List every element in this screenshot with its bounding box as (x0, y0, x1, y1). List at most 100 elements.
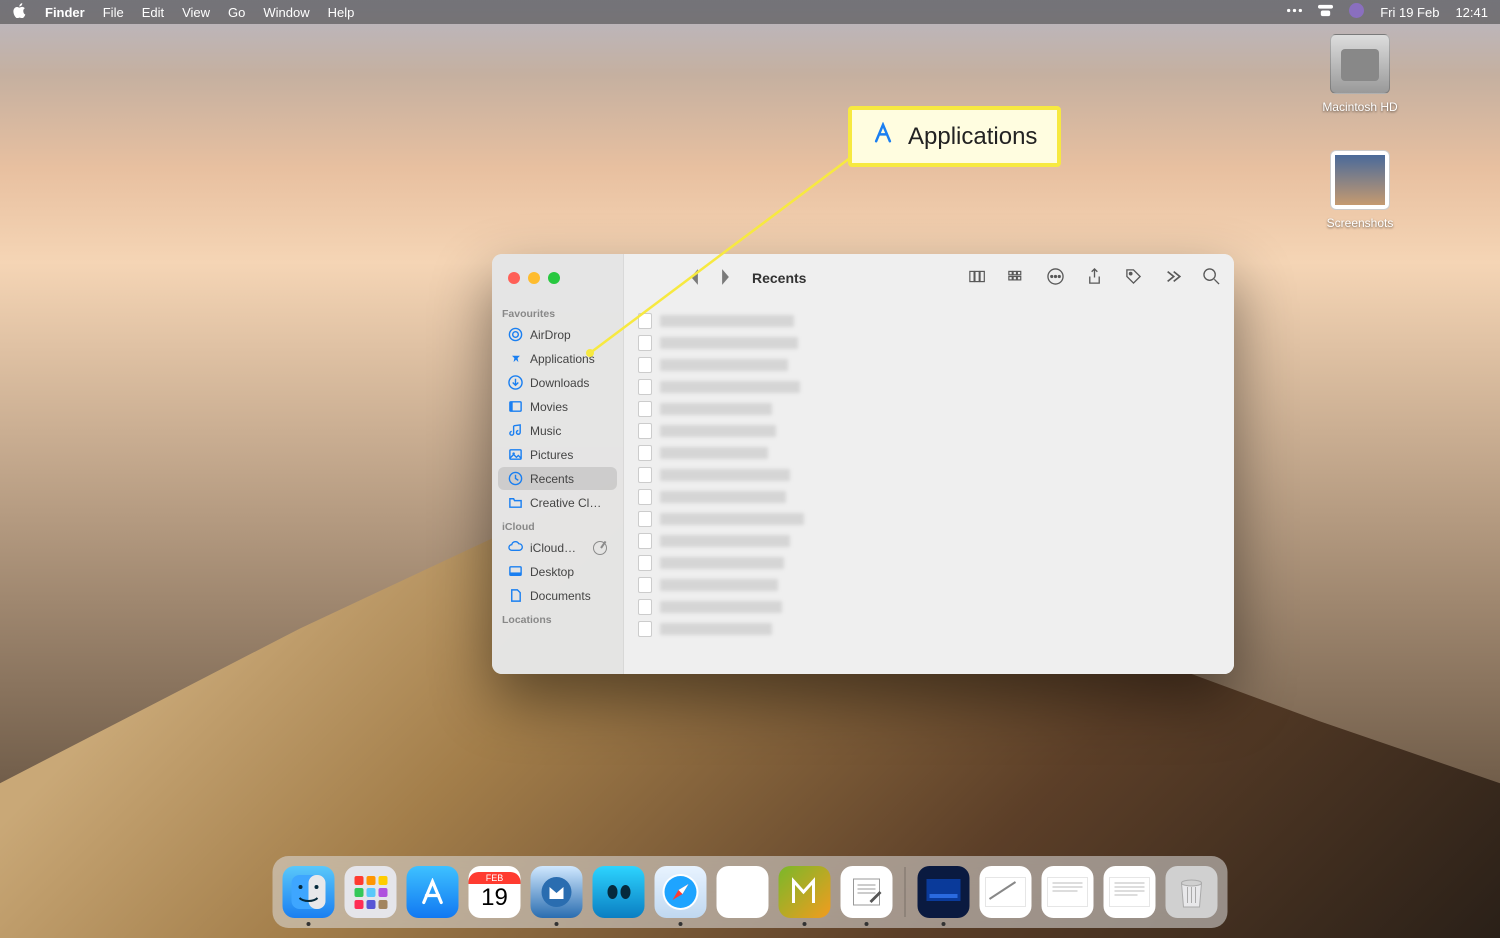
apple-menu-icon[interactable] (12, 3, 27, 21)
menu-edit[interactable]: Edit (142, 5, 164, 20)
dock-app-store[interactable] (407, 866, 459, 918)
file-row[interactable] (638, 376, 1234, 398)
document-icon (638, 357, 652, 373)
sidebar-item-pictures[interactable]: Pictures (498, 443, 617, 466)
desktop-icon-label: Macintosh HD (1310, 100, 1410, 114)
dock-finder[interactable] (283, 866, 335, 918)
view-group-button[interactable] (1008, 268, 1025, 288)
file-row[interactable] (638, 442, 1234, 464)
folder-thumbnail-icon (1330, 150, 1390, 210)
sidebar-item-airdrop[interactable]: AirDrop (498, 323, 617, 346)
sidebar-section-locations: Locations (492, 608, 623, 628)
document-icon (638, 555, 652, 571)
file-name-redacted (660, 623, 772, 635)
desktop-icon-macintosh-hd[interactable]: Macintosh HD (1310, 34, 1410, 114)
document-icon (638, 335, 652, 351)
document-icon (638, 533, 652, 549)
dock-ia-writer[interactable]: iA (717, 866, 769, 918)
dock-launchpad[interactable] (345, 866, 397, 918)
document-icon (638, 621, 652, 637)
file-name-redacted (660, 535, 790, 547)
dock-document-minimized-1[interactable] (1042, 866, 1094, 918)
status-dock-icon[interactable] (1318, 3, 1333, 21)
movies-icon (508, 399, 523, 414)
sidebar-item-documents[interactable]: Documents (498, 584, 617, 607)
menu-view[interactable]: View (182, 5, 210, 20)
sidebar-item-music[interactable]: Music (498, 419, 617, 442)
dock-calendar[interactable]: FEB19 (469, 866, 521, 918)
file-name-redacted (660, 469, 790, 481)
dock-textedit[interactable] (841, 866, 893, 918)
file-row[interactable] (638, 420, 1234, 442)
search-button[interactable] (1203, 268, 1220, 288)
toolbar-overflow-button[interactable] (1164, 268, 1181, 288)
tags-button[interactable] (1125, 268, 1142, 288)
airdrop-icon (508, 327, 523, 342)
file-row[interactable] (638, 398, 1234, 420)
menubar-date[interactable]: Fri 19 Feb (1380, 5, 1439, 20)
finder-toolbar: Recents (492, 254, 1234, 302)
sidebar-section-favourites: Favourites (492, 302, 623, 322)
action-menu-button[interactable] (1047, 268, 1064, 288)
file-row[interactable] (638, 354, 1234, 376)
documents-icon (508, 588, 523, 603)
sidebar-item-movies[interactable]: Movies (498, 395, 617, 418)
cloud-icon (508, 540, 523, 555)
sidebar-item-icloud-drive[interactable]: iCloud… (498, 536, 617, 559)
file-row[interactable] (638, 596, 1234, 618)
sidebar-item-applications[interactable]: Applications (498, 347, 617, 370)
dock-retroarch[interactable] (593, 866, 645, 918)
document-icon (638, 489, 652, 505)
sidebar-section-icloud: iCloud (492, 515, 623, 535)
file-row[interactable] (638, 508, 1234, 530)
sidebar-item-label: Creative Cl… (530, 496, 601, 510)
dock-parallels[interactable] (918, 866, 970, 918)
status-more-icon[interactable] (1287, 3, 1302, 21)
nav-forward-button[interactable] (719, 268, 732, 289)
window-fullscreen-button[interactable] (548, 272, 560, 284)
dock-note-minimized[interactable] (980, 866, 1032, 918)
view-columns-button[interactable] (969, 268, 986, 288)
window-close-button[interactable] (508, 272, 520, 284)
file-row[interactable] (638, 486, 1234, 508)
share-button[interactable] (1086, 268, 1103, 288)
file-row[interactable] (638, 618, 1234, 640)
sidebar-item-label: iCloud… (530, 541, 576, 555)
dock-safari[interactable] (655, 866, 707, 918)
menubar-time[interactable]: 12:41 (1455, 5, 1488, 20)
file-row[interactable] (638, 310, 1234, 332)
file-row[interactable] (638, 552, 1234, 574)
file-row[interactable] (638, 464, 1234, 486)
menu-help[interactable]: Help (328, 5, 355, 20)
sidebar-item-label: Downloads (530, 376, 589, 390)
menu-file[interactable]: File (103, 5, 124, 20)
document-icon (638, 445, 652, 461)
active-app-name[interactable]: Finder (45, 5, 85, 20)
document-icon (638, 599, 652, 615)
nav-back-button[interactable] (688, 268, 701, 289)
window-minimize-button[interactable] (528, 272, 540, 284)
menu-go[interactable]: Go (228, 5, 245, 20)
desktop-icon-screenshots[interactable]: Screenshots (1310, 150, 1410, 230)
finder-window-title: Recents (752, 270, 806, 286)
dock-document-minimized-2[interactable] (1104, 866, 1156, 918)
downloads-icon (508, 375, 523, 390)
menu-window[interactable]: Window (263, 5, 309, 20)
dock-trash[interactable] (1166, 866, 1218, 918)
sidebar-item-downloads[interactable]: Downloads (498, 371, 617, 394)
dock-komodo[interactable] (779, 866, 831, 918)
file-row[interactable] (638, 332, 1234, 354)
calendar-month: FEB (469, 872, 521, 884)
document-icon (638, 379, 652, 395)
sidebar-item-creative-cloud[interactable]: Creative Cl… (498, 491, 617, 514)
file-name-redacted (660, 381, 800, 393)
sidebar-item-desktop[interactable]: Desktop (498, 560, 617, 583)
dock-thunderbird[interactable] (531, 866, 583, 918)
file-row[interactable] (638, 530, 1234, 552)
finder-window: Recents Favourites AirDrop Applications … (492, 254, 1234, 674)
file-list[interactable] (624, 302, 1234, 674)
pictures-icon (508, 447, 523, 462)
file-row[interactable] (638, 574, 1234, 596)
sidebar-item-recents[interactable]: Recents (498, 467, 617, 490)
status-user-icon[interactable] (1349, 3, 1364, 21)
